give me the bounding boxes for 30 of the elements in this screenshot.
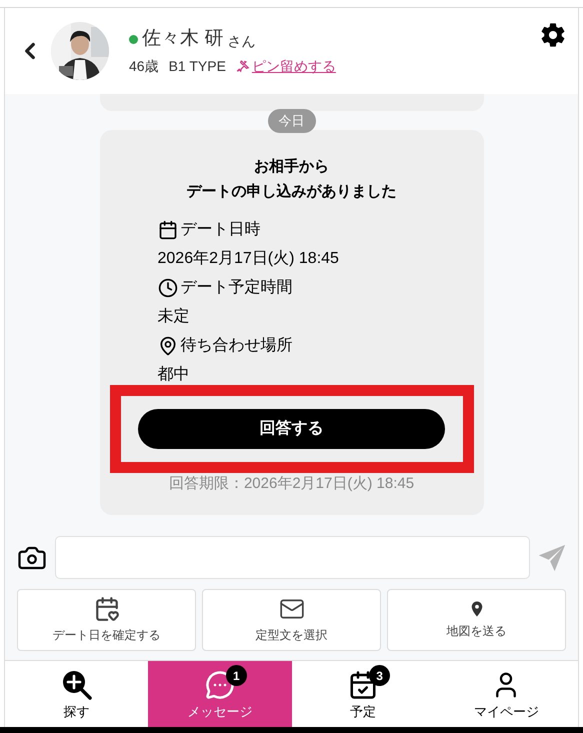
nav-tab[interactable]: メッセージ 1 [148,661,292,727]
calendar-icon [158,220,178,240]
info-label: デート日時 [180,220,260,240]
info-value: 2026年2月17日(火) 18:45 [158,248,339,268]
age-text: 46歳 [129,56,159,76]
action-button[interactable]: 定型文を選択 [202,589,381,651]
message-input[interactable] [55,536,530,579]
info-label: デート予定時間 [180,278,292,298]
map-pin-icon [158,336,178,356]
answer-button[interactable]: 回答する [138,408,445,448]
settings-icon[interactable] [540,22,566,48]
notification-badge: 1 [226,665,247,686]
user-name: 佐々木 研 [142,27,224,52]
info-value: 都中 [158,364,190,384]
chat-bubble-icon [204,670,235,700]
honorific-text: さん [227,32,256,51]
card-title: デートの申し込みがありました [186,182,396,202]
calendar-check-icon [348,670,378,700]
action-button[interactable]: 地図を送る [387,589,566,651]
clock-icon [158,278,178,298]
action-button[interactable]: デート日を確定する [17,589,196,651]
info-label: 待ち合わせ場所 [180,336,292,356]
calendar-heart-icon [94,596,120,622]
zoom-in-icon [62,670,92,700]
info-value: 未定 [158,306,190,326]
type-text: B1 TYPE [168,56,226,76]
pin-link[interactable]: ピン留めする [236,56,336,77]
card-title: お相手から [254,156,329,176]
notification-badge: 3 [369,665,390,686]
deadline-text: 回答期限：2026年2月17日(火) 18:45 [168,474,414,494]
